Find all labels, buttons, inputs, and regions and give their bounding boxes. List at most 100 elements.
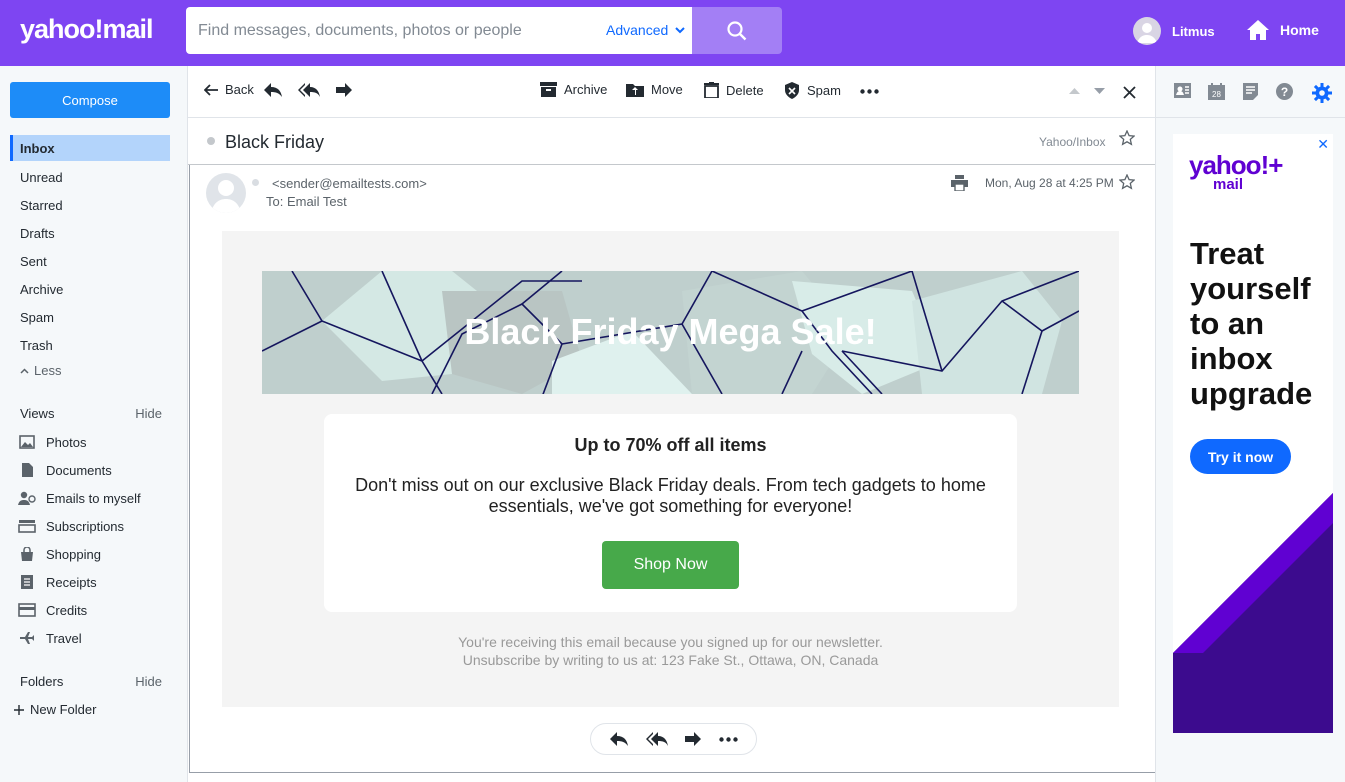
move-button[interactable]: Move: [626, 82, 683, 97]
spam-label: Spam: [807, 83, 841, 98]
less-toggle[interactable]: Less: [20, 363, 61, 378]
bottom-forward-button[interactable]: [684, 731, 702, 747]
forward-button[interactable]: [335, 82, 353, 98]
sidebar-item-unread[interactable]: Unread: [10, 164, 170, 190]
sidebar-view-receipts[interactable]: Receipts: [18, 574, 97, 590]
folders-header: Folders Hide: [20, 674, 162, 689]
archive-button[interactable]: Archive: [540, 82, 607, 97]
footer-line-1: You're receiving this email because you …: [458, 634, 883, 650]
shopping-bag-icon: [18, 546, 36, 562]
close-message-button[interactable]: [1123, 86, 1136, 99]
user-menu[interactable]: Litmus: [1133, 17, 1215, 45]
sidebar-view-subscriptions[interactable]: Subscriptions: [18, 518, 124, 534]
search-box: Advanced: [186, 7, 692, 54]
avatar: [1133, 17, 1161, 45]
sender-email[interactable]: <sender@emailtests.com>: [272, 176, 427, 191]
reply-all-icon: [645, 732, 668, 746]
folder-move-icon: [626, 84, 644, 97]
ad-logo: yahoo!+: [1189, 150, 1283, 180]
message-star-icon[interactable]: [1119, 174, 1135, 190]
reply-icon: [264, 83, 282, 97]
svg-text:?: ?: [1281, 85, 1288, 99]
calendar-icon[interactable]: 28: [1208, 83, 1225, 100]
message-subject: Black Friday: [225, 132, 325, 152]
reply-all-button[interactable]: [298, 82, 320, 98]
move-label: Move: [651, 82, 683, 97]
reply-button[interactable]: [263, 82, 283, 98]
forward-icon: [685, 732, 702, 746]
shield-icon: [785, 82, 799, 99]
shop-now-button[interactable]: Shop Now: [602, 541, 739, 589]
spam-button[interactable]: Spam: [784, 82, 841, 99]
arrow-left-icon: [204, 83, 218, 96]
star-icon[interactable]: [1119, 130, 1135, 146]
search-input[interactable]: [198, 19, 598, 43]
message-pane: Back Archive Move Delete Spam Black Frid…: [187, 66, 1156, 782]
new-folder-button[interactable]: New Folder: [14, 702, 96, 717]
more-actions-button[interactable]: [860, 89, 879, 94]
sidebar-item-trash[interactable]: Trash: [10, 332, 170, 358]
promo-body: Don't miss out on our exclusive Black Fr…: [355, 475, 986, 516]
compose-button[interactable]: Compose: [10, 82, 170, 118]
contacts-icon[interactable]: [1174, 83, 1191, 98]
previous-message-button[interactable]: [1069, 88, 1080, 94]
folders-label: Folders: [20, 674, 64, 689]
views-hide-button[interactable]: Hide: [135, 406, 162, 421]
ad-headline: Treat yourself to an inbox upgrade: [1190, 236, 1313, 411]
bottom-reply-all-button[interactable]: [645, 731, 668, 747]
sidebar-item-spam[interactable]: Spam: [10, 304, 170, 330]
delete-button[interactable]: Delete: [704, 82, 764, 98]
home-icon: [1247, 20, 1269, 40]
ad-close-button[interactable]: ✕: [1317, 136, 1329, 153]
back-button[interactable]: Back: [204, 82, 254, 97]
unread-dot[interactable]: [207, 137, 215, 145]
plane-icon: [18, 630, 36, 646]
notepad-icon[interactable]: [1243, 83, 1258, 100]
bottom-more-button[interactable]: [719, 736, 738, 742]
chevron-down-icon: [675, 26, 685, 33]
close-icon: [1123, 86, 1136, 99]
sidebar-item-drafts[interactable]: Drafts: [10, 220, 170, 246]
trash-icon: [704, 82, 719, 98]
email-footer: You're receiving this email because you …: [222, 633, 1119, 669]
sidebar-view-emails-to-myself[interactable]: Emails to myself: [18, 490, 141, 506]
sidebar-view-shopping[interactable]: Shopping: [18, 546, 101, 562]
message-date: Mon, Aug 28 at 4:25 PM: [985, 176, 1114, 190]
new-folder-label: New Folder: [30, 702, 97, 717]
ad-try-button[interactable]: Try it now: [1190, 439, 1291, 474]
help-icon[interactable]: ?: [1276, 83, 1293, 100]
search-button[interactable]: [692, 7, 782, 54]
folders-hide-button[interactable]: Hide: [135, 674, 162, 689]
home-label: Home: [1280, 22, 1319, 38]
view-label: Travel: [46, 630, 82, 646]
sidebar-view-photos[interactable]: Photos: [18, 434, 86, 450]
message-body: <sender@emailtests.com> To: Email Test M…: [189, 165, 1156, 773]
sidebar-view-travel[interactable]: Travel: [18, 630, 82, 646]
home-link[interactable]: Home: [1246, 18, 1319, 42]
ad-logo-sub: mail: [1213, 176, 1244, 193]
archive-icon: [540, 82, 557, 97]
credit-card-icon: [18, 602, 36, 618]
yahoo-mail-logo[interactable]: yahoo!mail: [20, 14, 154, 45]
sender-dot: [252, 179, 259, 186]
advanced-search-button[interactable]: Advanced: [606, 22, 685, 38]
rail-icon-bar: 28 ?: [1156, 66, 1345, 118]
folder-path: Yahoo/Inbox: [1039, 135, 1106, 149]
sidebar-item-starred[interactable]: Starred: [10, 192, 170, 218]
print-icon[interactable]: [951, 175, 968, 191]
settings-gear-icon[interactable]: [1312, 83, 1332, 103]
more-icon: [860, 89, 879, 94]
sidebar-view-documents[interactable]: Documents: [18, 462, 112, 478]
receipt-icon: [18, 574, 36, 590]
plus-icon: [14, 704, 24, 715]
next-message-button[interactable]: [1094, 88, 1105, 94]
bottom-reply-button[interactable]: [609, 731, 629, 747]
sidebar-item-archive[interactable]: Archive: [10, 276, 170, 302]
sidebar-view-credits[interactable]: Credits: [18, 602, 87, 618]
forward-icon: [336, 83, 352, 97]
sidebar-item-sent[interactable]: Sent: [10, 248, 170, 274]
top-header: yahoo!mail Advanced Litmus Home: [0, 0, 1345, 66]
hero-title: Black Friday Mega Sale!: [464, 311, 877, 352]
person-icon: [18, 490, 36, 506]
sidebar-item-inbox[interactable]: Inbox: [10, 135, 170, 161]
